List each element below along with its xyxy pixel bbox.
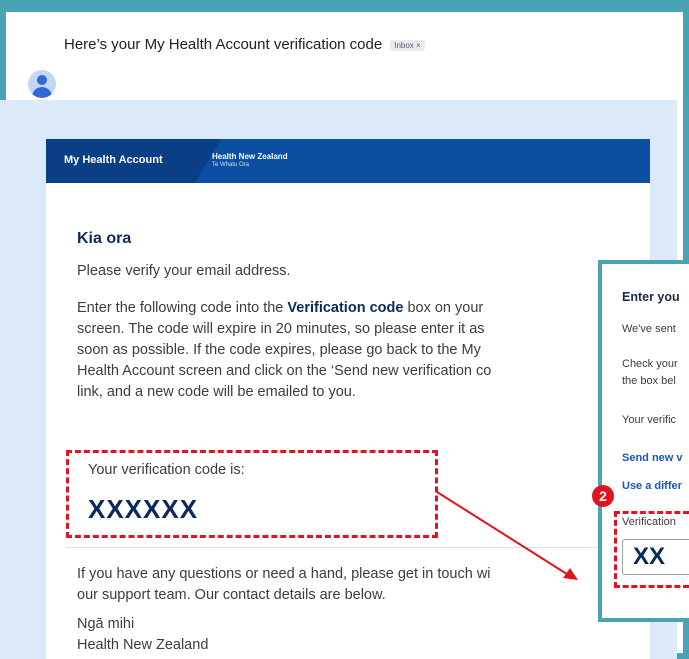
arrow-shaft: [436, 491, 571, 577]
annotation-arrow: [436, 491, 578, 580]
